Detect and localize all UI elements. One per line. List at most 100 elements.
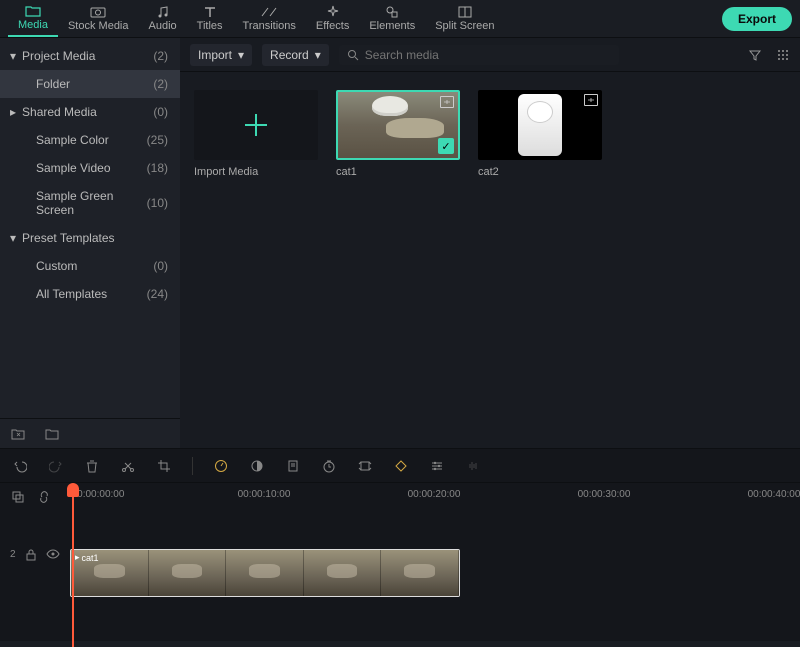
chevron-down-icon: ▾: [315, 48, 321, 62]
media-item-cat2[interactable]: cat2: [478, 90, 602, 178]
media-label: Import Media: [194, 166, 318, 178]
timeline-toolbar: [0, 449, 800, 483]
sidebar-count: (10): [147, 196, 168, 210]
sidebar-group-preset-templates[interactable]: ▾ Preset Templates: [0, 224, 180, 252]
sidebar-label: Folder: [36, 77, 70, 91]
media-label: cat2: [478, 166, 602, 178]
plus-icon: [245, 114, 267, 136]
tab-elements[interactable]: Elements: [359, 1, 425, 37]
camera-icon: [90, 5, 106, 19]
sidebar-item-sample-green[interactable]: Sample Green Screen (10): [0, 182, 180, 224]
eye-icon[interactable]: [46, 549, 60, 641]
tab-titles[interactable]: Titles: [187, 1, 233, 37]
save-folder-icon[interactable]: [10, 427, 26, 441]
color-icon[interactable]: [249, 458, 265, 474]
media-thumb[interactable]: ✓: [336, 90, 460, 160]
tab-label: Effects: [316, 20, 349, 32]
keyframe-icon[interactable]: [393, 458, 409, 474]
import-dropdown[interactable]: Import ▾: [190, 44, 252, 66]
sidebar-label: Shared Media: [22, 105, 97, 119]
sidebar-group-shared-media[interactable]: ▸ Shared Media (0): [0, 98, 180, 126]
playhead[interactable]: [66, 483, 80, 647]
tab-media[interactable]: Media: [8, 1, 58, 37]
detach-icon[interactable]: [357, 458, 373, 474]
tab-label: Audio: [149, 20, 177, 32]
sidebar-item-custom[interactable]: Custom (0): [0, 252, 180, 280]
add-timeline-icon[interactable]: [584, 94, 598, 106]
timeline-ruler[interactable]: 00:00:00:00 00:00:10:00 00:00:20:00 00:0…: [70, 483, 800, 511]
import-thumb[interactable]: [194, 90, 318, 160]
sidebar-count: (25): [147, 133, 168, 147]
check-icon: ✓: [438, 138, 454, 154]
sidebar-label: Project Media: [22, 49, 95, 63]
music-icon: [156, 5, 170, 19]
sidebar-label: Custom: [36, 259, 77, 273]
add-timeline-icon[interactable]: [440, 96, 454, 108]
filter-icon[interactable]: [748, 48, 762, 62]
crop-icon[interactable]: [156, 458, 172, 474]
cat2-preview: [518, 94, 562, 156]
sidebar-count: (0): [153, 105, 168, 119]
tab-split-screen[interactable]: Split Screen: [425, 1, 504, 37]
tab-transitions[interactable]: Transitions: [233, 1, 306, 37]
sidebar-label: All Templates: [36, 287, 107, 301]
sidebar-label: Sample Video: [36, 161, 111, 175]
record-dropdown[interactable]: Record ▾: [262, 44, 329, 66]
sidebar-count: (24): [147, 287, 168, 301]
audio-waveform-icon[interactable]: [465, 458, 481, 474]
sidebar-label: Sample Color: [36, 133, 109, 147]
tab-label: Stock Media: [68, 20, 129, 32]
sidebar-count: (2): [153, 49, 168, 63]
content-toolbar: Import ▾ Record ▾: [180, 38, 800, 72]
search-input[interactable]: [365, 48, 611, 62]
delete-icon[interactable]: [84, 458, 100, 474]
sidebar-item-sample-color[interactable]: Sample Color (25): [0, 126, 180, 154]
search-icon: [347, 49, 359, 61]
ruler-tick: 00:00:20:00: [408, 489, 461, 500]
copy-icon[interactable]: [10, 489, 26, 505]
transition-icon: [261, 5, 277, 19]
sidebar-group-project-media[interactable]: ▾ Project Media (2): [0, 42, 180, 70]
sidebar-count: (2): [153, 77, 168, 91]
track-area[interactable]: ▸cat1: [70, 511, 800, 641]
green-screen-icon[interactable]: [285, 458, 301, 474]
tab-stock-media[interactable]: Stock Media: [58, 1, 139, 37]
new-folder-icon[interactable]: [44, 427, 60, 441]
tab-effects[interactable]: Effects: [306, 1, 359, 37]
grid-view-icon[interactable]: [776, 48, 790, 62]
settings-icon[interactable]: [429, 458, 445, 474]
sidebar-item-all-templates[interactable]: All Templates (24): [0, 280, 180, 308]
media-import-tile[interactable]: Import Media: [194, 90, 318, 178]
split-icon: [458, 5, 472, 19]
sidebar-label: Preset Templates: [22, 231, 115, 245]
chevron-down-icon: ▾: [10, 49, 16, 63]
sparkle-icon: [326, 5, 340, 19]
sidebar-item-folder[interactable]: Folder (2): [0, 70, 180, 98]
chevron-down-icon: ▾: [10, 231, 16, 245]
link-icon[interactable]: [36, 489, 52, 505]
folder-icon: [25, 4, 41, 18]
undo-icon[interactable]: [12, 458, 28, 474]
timeline-clip-cat1[interactable]: ▸cat1: [70, 549, 460, 597]
chevron-down-icon: ▾: [238, 48, 244, 62]
sidebar-item-sample-video[interactable]: Sample Video (18): [0, 154, 180, 182]
tab-audio[interactable]: Audio: [139, 1, 187, 37]
dropdown-label: Import: [198, 48, 232, 62]
duration-icon[interactable]: [321, 458, 337, 474]
media-thumb[interactable]: [478, 90, 602, 160]
sidebar: ▾ Project Media (2) Folder (2) ▸ Shared Me…: [0, 38, 180, 448]
tab-label: Media: [18, 19, 48, 31]
search-box[interactable]: [339, 45, 619, 65]
speed-icon[interactable]: [213, 458, 229, 474]
chevron-right-icon: ▸: [10, 105, 16, 119]
tab-label: Transitions: [243, 20, 296, 32]
redo-icon[interactable]: [48, 458, 64, 474]
split-icon[interactable]: [120, 458, 136, 474]
lock-icon[interactable]: [26, 549, 36, 641]
ruler-tick: 00:00:30:00: [578, 489, 631, 500]
tab-label: Elements: [369, 20, 415, 32]
tab-label: Titles: [197, 20, 223, 32]
export-button[interactable]: Export: [722, 7, 792, 31]
media-item-cat1[interactable]: ✓ cat1: [336, 90, 460, 178]
timeline: 00:00:00:00 00:00:10:00 00:00:20:00 00:0…: [0, 448, 800, 641]
